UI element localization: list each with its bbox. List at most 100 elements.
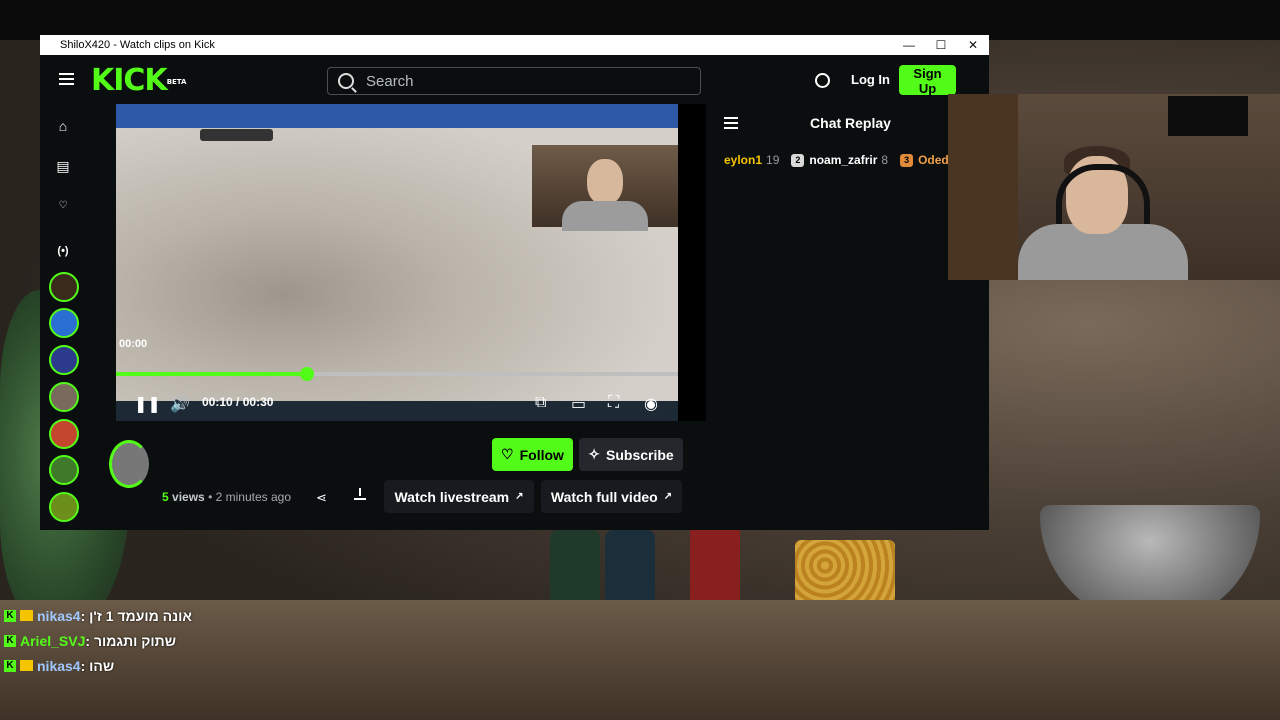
webcam-tv bbox=[1168, 96, 1248, 136]
crown-badge-icon bbox=[20, 610, 33, 621]
current-time: 00:10 bbox=[202, 395, 233, 409]
kick-logo[interactable]: KICKBETA bbox=[91, 66, 186, 96]
progress-fill bbox=[116, 372, 308, 376]
webcam-door bbox=[948, 94, 1018, 280]
download-icon[interactable] bbox=[354, 488, 366, 500]
views-count: 5 bbox=[162, 490, 169, 504]
background-bottle bbox=[550, 530, 600, 610]
chat-line: K nikas4 : שהו bbox=[4, 653, 304, 678]
browse-icon[interactable]: ▤ bbox=[55, 158, 71, 174]
video-person-body bbox=[562, 201, 648, 231]
clip-meta: 5 views • 2 minutes ago bbox=[162, 490, 291, 504]
rank-badge-icon: 3 bbox=[900, 153, 914, 167]
channel-avatar[interactable] bbox=[49, 345, 79, 375]
volume-icon[interactable]: 🔊 bbox=[170, 394, 190, 414]
globe-icon[interactable] bbox=[815, 73, 830, 88]
maximize-button[interactable]: ☐ bbox=[925, 38, 957, 52]
channel-avatar[interactable] bbox=[49, 308, 79, 338]
search-icon bbox=[338, 73, 354, 89]
channel-avatar-large[interactable] bbox=[109, 440, 149, 488]
background-wall bbox=[0, 0, 1280, 40]
chat-username: nikas4 bbox=[37, 657, 81, 674]
theater-mode-icon[interactable]: ▭ bbox=[571, 394, 586, 414]
leader-count: 8 bbox=[881, 153, 889, 167]
progress-knob[interactable] bbox=[300, 367, 315, 381]
background-can bbox=[690, 520, 740, 610]
video-browser-bar bbox=[116, 104, 678, 128]
chat-username: Ariel_SVJ bbox=[20, 632, 86, 649]
chat-message: : שתוק ותגמור bbox=[85, 632, 176, 649]
channel-avatar[interactable] bbox=[49, 382, 79, 412]
sidebar: ⌂ ▤ ♡ (•) bbox=[40, 105, 86, 530]
leader-count: 19 bbox=[766, 153, 780, 167]
pip-icon[interactable]: ⧉ bbox=[535, 394, 546, 412]
fullscreen-icon[interactable]: ⛶ bbox=[608, 394, 619, 412]
close-button[interactable]: ✕ bbox=[957, 38, 989, 52]
webcam-headset bbox=[1056, 164, 1150, 224]
watch-livestream-label: Watch livestream bbox=[394, 488, 510, 505]
share-icon[interactable]: ⋖ bbox=[316, 490, 327, 506]
kick-badge-icon: K bbox=[4, 634, 16, 647]
pause-icon[interactable]: ❚❚ bbox=[134, 394, 161, 414]
kick-badge-icon: K bbox=[4, 659, 16, 672]
kick-badge-icon: K bbox=[4, 609, 16, 622]
watch-livestream-button[interactable]: Watch livestream ↗ bbox=[384, 480, 534, 513]
playback-speed-icon[interactable]: ◉ bbox=[644, 394, 658, 414]
menu-icon[interactable] bbox=[59, 73, 74, 85]
video-zoom-pill bbox=[200, 129, 273, 141]
chat-line: K Ariel_SVJ : שתוק ותגמור bbox=[4, 628, 304, 653]
stream-chat-overlay: K nikas4 : אונה מועמד 1 ז'ן K Ariel_SVJ … bbox=[4, 603, 304, 678]
duration: 00:30 bbox=[242, 395, 274, 409]
video-webcam bbox=[532, 145, 678, 231]
streamer-webcam bbox=[948, 94, 1280, 280]
chat-message: : שהו bbox=[80, 657, 115, 674]
posted-time: 2 minutes ago bbox=[215, 490, 292, 504]
channel-avatar[interactable] bbox=[49, 272, 79, 302]
chat-username: nikas4 bbox=[37, 607, 81, 624]
watch-full-video-button[interactable]: Watch full video ↗ bbox=[541, 480, 682, 513]
crown-badge-icon bbox=[20, 660, 33, 671]
hover-timestamp: 00:00 bbox=[119, 338, 148, 350]
meta-dot: • bbox=[208, 490, 213, 504]
leader-name[interactable]: noam_zafrir bbox=[809, 153, 877, 167]
following-icon[interactable]: ♡ bbox=[55, 198, 71, 214]
video-player[interactable]: 00:00 ❚❚ 🔊 00:10 / 00:30 ⧉ ▭ ⛶ ◉ bbox=[116, 104, 706, 421]
video-taskbar bbox=[116, 401, 678, 421]
follow-label: Follow bbox=[519, 446, 564, 463]
logo-text: KICK bbox=[91, 63, 168, 98]
background-bottle bbox=[605, 530, 655, 610]
login-button[interactable]: Log In bbox=[851, 72, 890, 87]
heart-icon: ♡ bbox=[501, 446, 514, 462]
time-display: 00:10 / 00:30 bbox=[202, 395, 273, 409]
follow-button[interactable]: ♡ Follow bbox=[492, 438, 573, 471]
leader-name[interactable]: eylon1 bbox=[724, 153, 762, 167]
leader-name[interactable]: Oded bbox=[918, 153, 949, 167]
views-label: views bbox=[172, 490, 205, 504]
rank-badge-icon: 2 bbox=[791, 153, 805, 167]
top-navbar: KICKBETA Log In Sign Up bbox=[40, 55, 989, 105]
watch-full-video-label: Watch full video bbox=[550, 488, 658, 505]
signup-button[interactable]: Sign Up bbox=[899, 65, 956, 96]
sparkle-icon: ✧ bbox=[588, 446, 601, 462]
progress-bar[interactable] bbox=[116, 367, 678, 381]
subscribe-button[interactable]: ✧ Subscribe bbox=[579, 438, 683, 471]
search-input[interactable] bbox=[364, 71, 668, 91]
subscribe-label: Subscribe bbox=[606, 446, 674, 463]
video-person bbox=[587, 159, 623, 205]
beta-badge: BETA bbox=[166, 78, 187, 86]
external-link-icon: ↗ bbox=[515, 491, 524, 502]
minimize-button[interactable]: — bbox=[893, 38, 925, 52]
time-separator: / bbox=[236, 395, 240, 409]
window-title: ShiloX420 - Watch clips on Kick bbox=[60, 39, 215, 51]
channel-avatar[interactable] bbox=[49, 419, 79, 449]
chat-leaderboard: eylon1 19 2 noam_zafrir 8 3 Oded bbox=[724, 153, 949, 167]
search-box[interactable] bbox=[327, 67, 701, 95]
channel-avatar[interactable] bbox=[49, 492, 79, 522]
channel-avatar[interactable] bbox=[49, 455, 79, 485]
app-window: ShiloX420 - Watch clips on Kick — ☐ ✕ KI… bbox=[40, 35, 989, 530]
chat-line: K nikas4 : אונה מועמד 1 ז'ן bbox=[4, 603, 304, 628]
chat-message: : אונה מועמד 1 ז'ן bbox=[80, 607, 192, 624]
live-channels-icon[interactable]: (•) bbox=[55, 243, 71, 259]
home-icon[interactable]: ⌂ bbox=[55, 118, 71, 134]
title-bar: ShiloX420 - Watch clips on Kick — ☐ ✕ bbox=[40, 35, 989, 55]
